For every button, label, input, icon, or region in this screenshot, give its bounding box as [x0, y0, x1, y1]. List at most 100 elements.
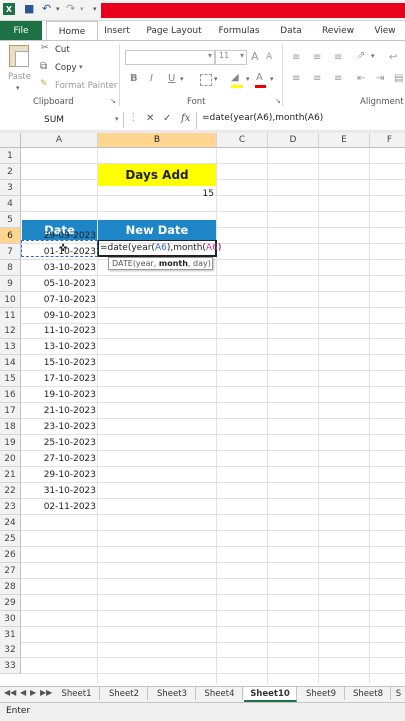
- row-header-22[interactable]: 22: [0, 483, 21, 499]
- tab-review[interactable]: Review: [316, 21, 360, 40]
- grow-font-button[interactable]: A: [251, 50, 259, 63]
- row-header-1[interactable]: 1: [0, 148, 21, 164]
- row-header-14[interactable]: 14: [0, 355, 21, 371]
- date-cell[interactable]: 13-10-2023: [22, 339, 96, 355]
- date-cell[interactable]: 21-10-2023: [22, 403, 96, 419]
- date-cell[interactable]: 29-10-2023: [22, 467, 96, 483]
- row-header-3[interactable]: 3: [0, 180, 21, 196]
- column-header-b[interactable]: B: [98, 133, 217, 148]
- insert-function-button[interactable]: fx: [181, 113, 190, 124]
- date-cell[interactable]: 05-10-2023: [22, 276, 96, 292]
- sheet-tab-s[interactable]: S: [392, 687, 405, 700]
- redo-icon[interactable]: ↷: [66, 2, 75, 15]
- date-cell[interactable]: 07-10-2023: [22, 292, 96, 308]
- orientation-dropdown-icon[interactable]: ▾: [371, 52, 375, 60]
- row-header-23[interactable]: 23: [0, 499, 21, 515]
- date-cell[interactable]: 17-10-2023: [22, 371, 96, 387]
- row-header-27[interactable]: 27: [0, 563, 21, 579]
- paste-dropdown-icon[interactable]: ▾: [16, 84, 20, 92]
- column-header-a[interactable]: A: [21, 133, 98, 148]
- align-center-icon[interactable]: ≡: [313, 73, 321, 84]
- column-header-c[interactable]: C: [217, 133, 268, 148]
- date-cell[interactable]: 27-10-2023: [22, 451, 96, 467]
- align-right-icon[interactable]: ≡: [334, 73, 342, 84]
- date-cell[interactable]: 03-10-2023: [22, 260, 96, 276]
- underline-button[interactable]: U: [168, 73, 175, 84]
- row-header-28[interactable]: 28: [0, 579, 21, 595]
- copy-icon[interactable]: ⧉: [40, 61, 47, 72]
- copy-dropdown-icon[interactable]: ▾: [79, 63, 83, 71]
- align-middle-icon[interactable]: ≡: [313, 52, 321, 63]
- tab-view[interactable]: View: [367, 21, 403, 40]
- row-header-8[interactable]: 8: [0, 260, 21, 276]
- date-cell[interactable]: 25-10-2023: [22, 435, 96, 451]
- date-cell[interactable]: 11-10-2023: [22, 323, 96, 339]
- days-value-cell[interactable]: 15: [98, 186, 214, 202]
- merge-icon[interactable]: ▤: [394, 73, 403, 84]
- file-tab[interactable]: File: [0, 21, 42, 40]
- row-header-24[interactable]: 24: [0, 515, 21, 531]
- row-header-21[interactable]: 21: [0, 467, 21, 483]
- row-header-32[interactable]: 32: [0, 642, 21, 658]
- row-header-10[interactable]: 10: [0, 292, 21, 308]
- date-cell[interactable]: 31-10-2023: [22, 483, 96, 499]
- formula-input[interactable]: =date(year(A6),month(A6): [202, 113, 323, 123]
- editing-cell-b6[interactable]: =date(year(A6),month(A6): [100, 240, 230, 256]
- row-header-4[interactable]: 4: [0, 196, 21, 212]
- date-cell[interactable]: 23-10-2023: [22, 419, 96, 435]
- tab-formulas[interactable]: Formulas: [213, 21, 265, 40]
- borders-icon[interactable]: [200, 74, 212, 86]
- align-bottom-icon[interactable]: ≡: [334, 52, 342, 63]
- header-new-date-cell[interactable]: New Date: [98, 220, 216, 240]
- font-color-dropdown-icon[interactable]: ▾: [270, 75, 274, 83]
- row-header-20[interactable]: 20: [0, 451, 21, 467]
- date-cell[interactable]: 19-10-2023: [22, 387, 96, 403]
- sheet-tab-sheet9[interactable]: Sheet9: [298, 687, 345, 700]
- shrink-font-button[interactable]: A: [266, 52, 272, 62]
- dropdown-icon[interactable]: ▾: [56, 5, 60, 13]
- date-cell[interactable]: 15-10-2023: [22, 355, 96, 371]
- select-all-corner[interactable]: [0, 133, 21, 148]
- row-header-18[interactable]: 18: [0, 419, 21, 435]
- row-header-11[interactable]: 11: [0, 308, 21, 324]
- column-header-d[interactable]: D: [268, 133, 319, 148]
- name-box[interactable]: SUM: [0, 112, 124, 128]
- fill-color-icon[interactable]: ◢: [231, 72, 239, 83]
- row-header-31[interactable]: 31: [0, 627, 21, 643]
- font-size-select[interactable]: 11 ▾: [215, 50, 247, 65]
- underline-dropdown-icon[interactable]: ▾: [180, 75, 184, 83]
- row-header-16[interactable]: 16: [0, 387, 21, 403]
- row-header-30[interactable]: 30: [0, 611, 21, 627]
- wrap-text-icon[interactable]: ↩: [389, 52, 397, 63]
- undo-icon[interactable]: ↶: [42, 2, 51, 15]
- orientation-icon[interactable]: ⇗: [357, 50, 365, 61]
- row-header-17[interactable]: 17: [0, 403, 21, 419]
- enter-icon[interactable]: ✓: [163, 113, 171, 124]
- sheet-tab-sheet8[interactable]: Sheet8: [346, 687, 391, 700]
- last-sheet-icon[interactable]: ▶▶: [40, 688, 52, 697]
- row-header-12[interactable]: 12: [0, 323, 21, 339]
- borders-dropdown-icon[interactable]: ▾: [214, 75, 218, 83]
- sheet-tab-sheet4[interactable]: Sheet4: [197, 687, 243, 700]
- tab-home[interactable]: Home: [46, 21, 98, 41]
- format-painter-button[interactable]: Format Painter: [55, 81, 117, 91]
- align-top-icon[interactable]: ≡: [292, 52, 300, 63]
- date-cell[interactable]: 02-11-2023: [22, 499, 96, 515]
- row-header-33[interactable]: 33: [0, 658, 21, 674]
- bold-button[interactable]: B: [130, 73, 138, 84]
- increase-indent-icon[interactable]: ⇥: [376, 73, 384, 84]
- tab-data[interactable]: Data: [273, 21, 309, 40]
- cut-icon[interactable]: ✂: [41, 43, 49, 53]
- column-header-f[interactable]: F: [370, 133, 405, 148]
- row-header-5[interactable]: 5: [0, 212, 21, 228]
- tab-page-layout[interactable]: Page Layout: [143, 21, 205, 40]
- italic-button[interactable]: I: [150, 73, 153, 84]
- cut-button[interactable]: Cut: [55, 45, 70, 55]
- row-header-7[interactable]: 7: [0, 244, 21, 260]
- dropdown-icon[interactable]: ▾: [80, 5, 84, 13]
- tab-insert[interactable]: Insert: [98, 21, 136, 40]
- row-header-25[interactable]: 25: [0, 531, 21, 547]
- sheet-tab-sheet1[interactable]: Sheet1: [54, 687, 100, 700]
- paste-button[interactable]: Paste: [8, 72, 31, 82]
- row-header-26[interactable]: 26: [0, 547, 21, 563]
